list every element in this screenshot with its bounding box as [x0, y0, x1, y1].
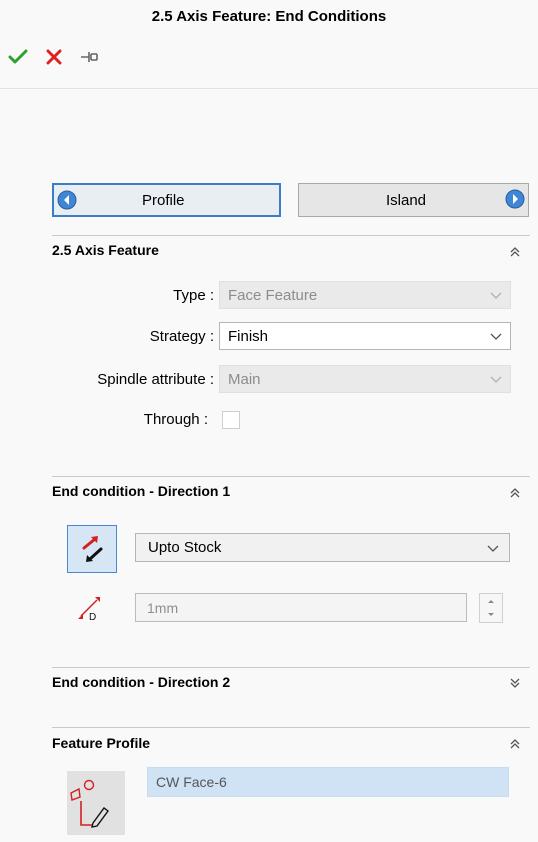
section-divider [52, 727, 530, 728]
chevron-down-icon [490, 292, 502, 299]
list-item[interactable]: CW Face-6 [156, 768, 227, 796]
spindle-attribute-dropdown[interactable]: Main [219, 365, 511, 393]
cancel-button[interactable] [42, 45, 66, 69]
end-condition-type-dropdown[interactable]: Upto Stock [135, 533, 510, 562]
property-manager-panel: 2.5 Axis Feature: End Conditions Profile… [0, 0, 538, 842]
feature-profile-icon [67, 771, 125, 835]
svg-text:D: D [89, 612, 96, 622]
arrow-left-circle-icon [57, 190, 77, 210]
profile-button[interactable]: Profile [52, 183, 281, 217]
collapse-icon[interactable] [508, 486, 522, 500]
section-divider [52, 476, 530, 477]
island-button[interactable]: Island [298, 183, 529, 217]
page-title: 2.5 Axis Feature: End Conditions [151, 8, 387, 25]
type-value: Face Feature [228, 286, 318, 304]
expand-icon[interactable] [508, 676, 522, 690]
type-label: Type : [173, 287, 214, 304]
depth-input[interactable]: 1mm [135, 593, 467, 622]
chevron-down-icon [487, 545, 499, 552]
pin-icon [81, 52, 98, 62]
section-divider [52, 235, 530, 236]
arrow-right-circle-icon [505, 189, 525, 209]
depth-value: 1mm [147, 599, 179, 616]
spin-down-icon[interactable] [480, 608, 502, 622]
through-label: Through : [143, 411, 208, 428]
reverse-direction-button[interactable] [67, 525, 117, 573]
section-title-end-condition-direction-2: End condition - Direction 2 [52, 674, 231, 690]
section-divider [52, 667, 530, 668]
divider [0, 88, 538, 89]
strategy-value: Finish [228, 327, 269, 345]
island-label: Island [386, 191, 427, 209]
action-toolbar [6, 42, 102, 72]
type-dropdown[interactable]: Face Feature [219, 281, 511, 309]
checkmark-icon [8, 49, 28, 64]
close-icon [46, 49, 62, 65]
collapse-icon[interactable] [508, 245, 522, 259]
reverse-direction-icon [82, 536, 103, 562]
through-checkbox[interactable] [222, 411, 240, 429]
section-title-2-5-axis-feature: 2.5 Axis Feature [52, 242, 159, 258]
spindle-attribute-label: Spindle attribute : [97, 371, 214, 388]
strategy-label: Strategy : [149, 328, 214, 345]
end-condition-type-value: Upto Stock [148, 539, 222, 556]
pin-button[interactable] [78, 45, 102, 69]
section-title-end-condition-direction-1: End condition - Direction 1 [52, 483, 231, 499]
collapse-icon[interactable] [508, 737, 522, 751]
depth-icon: D [78, 597, 100, 622]
strategy-dropdown[interactable]: Finish [219, 322, 511, 350]
spin-up-icon[interactable] [480, 594, 502, 608]
depth-spinner[interactable] [479, 593, 503, 623]
section-title-feature-profile: Feature Profile [52, 735, 151, 751]
ok-button[interactable] [6, 45, 30, 69]
chevron-down-icon [490, 376, 502, 383]
sketch-profile-icon [70, 779, 109, 828]
profile-label: Profile [142, 191, 185, 209]
feature-profile-list[interactable]: CW Face-6 [147, 767, 509, 797]
chevron-down-icon [490, 333, 502, 340]
spindle-attribute-value: Main [228, 370, 261, 388]
